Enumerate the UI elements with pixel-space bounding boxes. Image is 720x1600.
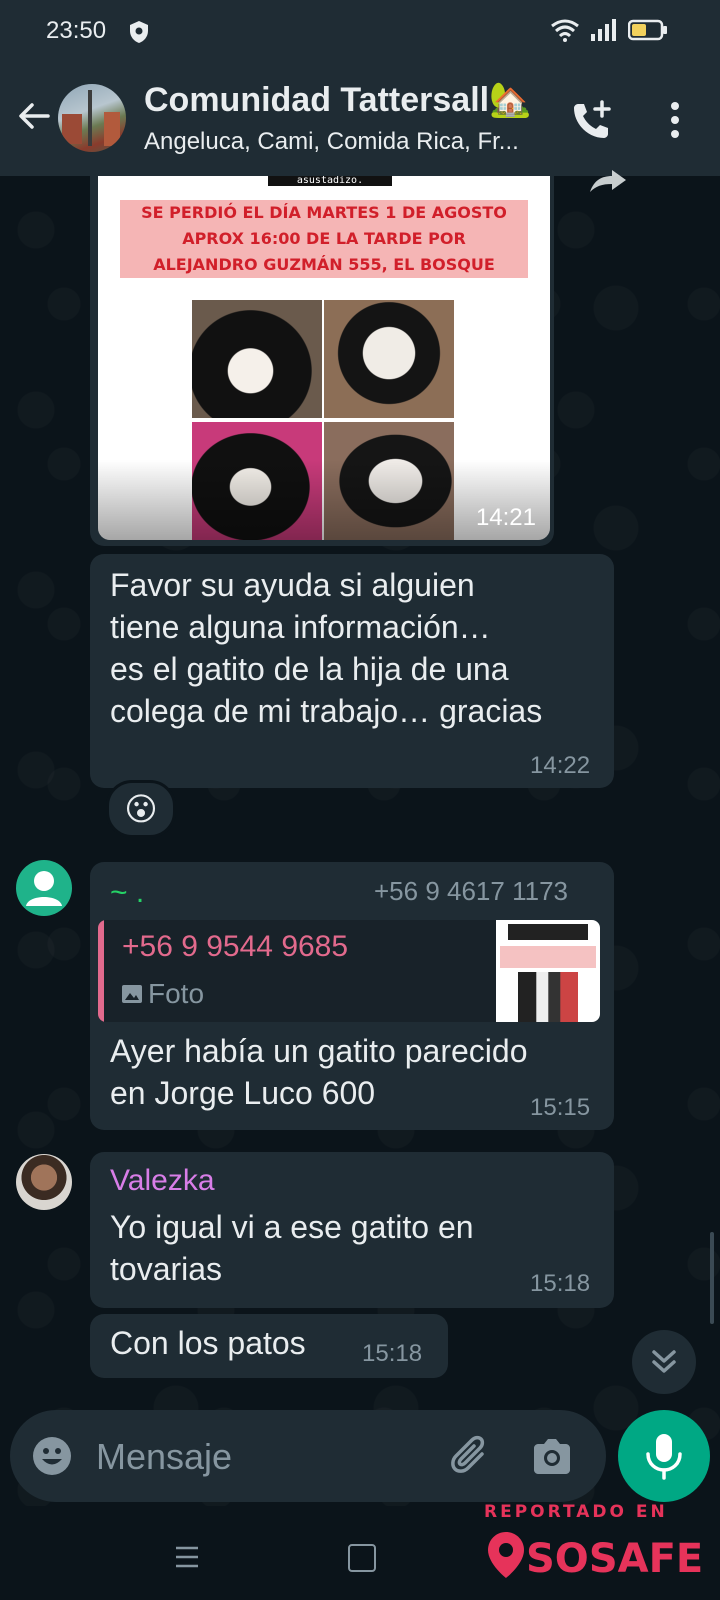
flyer-line-1: SE PERDIÓ EL DÍA MARTES 1 DE AGOSTO: [120, 200, 528, 226]
quoted-sender: +56 9 9544 9685: [122, 930, 349, 963]
flyer-line-3: ALEJANDRO GUZMÁN 555, EL BOSQUE: [120, 252, 528, 278]
wifi-icon: [551, 19, 579, 42]
status-time: 23:50: [46, 17, 107, 44]
status-icons: [550, 18, 668, 42]
chat-title[interactable]: Comunidad Tattersall🏡: [144, 80, 531, 120]
signal-icon: [591, 19, 616, 41]
message-input[interactable]: [94, 1428, 428, 1486]
quoted-thumbnail: [496, 920, 600, 1022]
message-line: Yo igual vi a ese gatito en: [110, 1209, 474, 1245]
status-bar: 23:50: [0, 0, 720, 62]
scroll-to-bottom-button[interactable]: [632, 1330, 696, 1394]
nav-menu-icon[interactable]: [174, 1544, 200, 1570]
quoted-type: Foto: [148, 978, 205, 1009]
watermark-label: REPORTADO EN: [484, 1502, 668, 1522]
quoted-message[interactable]: +56 9 9544 9685 Foto: [98, 920, 600, 1022]
share-icon[interactable]: [588, 168, 628, 194]
message-bubble[interactable]: Favor su ayuda si alguien tiene alguna i…: [90, 554, 614, 788]
message-time: 15:18: [530, 1270, 591, 1297]
message-bubble[interactable]: ~ . +56 9 4617 1173 +56 9 9544 9685 Foto…: [90, 862, 614, 1130]
message-bubble[interactable]: Con los patos 15:18: [90, 1314, 448, 1378]
scrollbar[interactable]: [710, 1232, 714, 1324]
message-bubble[interactable]: Valezka Yo igual vi a ese gatito en tova…: [90, 1152, 614, 1308]
message-time: 14:22: [530, 752, 591, 779]
group-avatar[interactable]: [58, 84, 126, 152]
mic-icon: [646, 1434, 682, 1480]
watermark-brand: SOSAFE: [526, 1536, 703, 1582]
more-vert-icon[interactable]: [660, 98, 690, 142]
flyer-line-2: APROX 16:00 DE LA TARDE POR: [120, 226, 528, 252]
sender-phone[interactable]: +56 9 4617 1173: [374, 876, 568, 907]
sosafe-logo: SOSAFE: [488, 1532, 703, 1582]
sender-name[interactable]: ~ .: [110, 876, 144, 910]
image-message-bubble[interactable]: asustadizo. SE PERDIÓ EL DÍA MARTES 1 DE…: [90, 176, 554, 546]
sender-avatar[interactable]: [16, 860, 72, 916]
message-composer: [10, 1410, 606, 1502]
message-line: es el gatito de la hija de una: [110, 651, 509, 687]
emoji-icon[interactable]: [32, 1436, 72, 1476]
message-time: 15:15: [530, 1094, 591, 1121]
message-time: 15:18: [362, 1340, 423, 1367]
message-line: Favor su ayuda si alguien: [110, 567, 475, 603]
message-line: colega de mi trabajo… gracias: [110, 693, 543, 729]
message-line: Ayer había un gatito parecido: [110, 1033, 528, 1069]
sender-avatar[interactable]: [16, 1154, 72, 1210]
flyer-top-text: asustadizo.: [268, 176, 392, 186]
back-arrow-icon[interactable]: [14, 96, 54, 136]
reaction-emoji[interactable]: 😮: [106, 780, 176, 838]
chevron-double-down-icon: [652, 1350, 676, 1373]
cat-photo: [324, 300, 454, 418]
nav-home-icon[interactable]: [348, 1544, 376, 1572]
voice-message-button[interactable]: [618, 1410, 710, 1502]
message-line: en Jorge Luco 600: [110, 1075, 376, 1111]
chat-participants[interactable]: Angeluca, Cami, Comida Rica, Fr...: [144, 128, 519, 156]
photo-icon: [122, 985, 142, 1003]
attach-icon[interactable]: [448, 1434, 492, 1478]
message-line: tovarias: [110, 1251, 223, 1287]
lost-cat-flyer-image[interactable]: asustadizo. SE PERDIÓ EL DÍA MARTES 1 DE…: [98, 176, 550, 540]
shield-icon: [130, 21, 148, 43]
default-avatar-icon: [26, 871, 62, 906]
message-line: tiene alguna información…: [110, 609, 491, 645]
message-time: 14:21: [475, 504, 536, 531]
add-call-icon[interactable]: [570, 98, 614, 142]
message-line: Con los patos: [110, 1325, 306, 1361]
sender-name[interactable]: Valezka: [110, 1164, 215, 1198]
battery-icon: [628, 19, 667, 41]
camera-icon[interactable]: [530, 1436, 574, 1476]
chat-header: Comunidad Tattersall🏡 Angeluca, Cami, Co…: [0, 62, 720, 176]
cat-photo: [192, 300, 322, 418]
